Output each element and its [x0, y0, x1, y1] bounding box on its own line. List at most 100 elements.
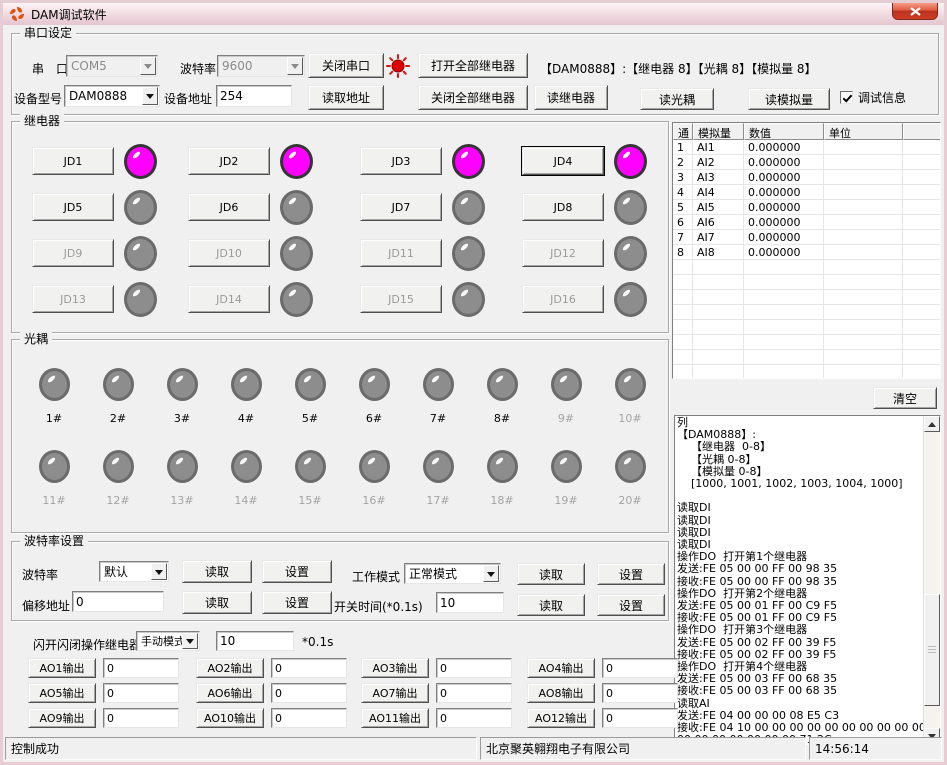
baudrate-read-button[interactable]: 读取 [182, 560, 252, 583]
relay-button[interactable]: JD4 [522, 147, 604, 175]
col-analog[interactable]: 模拟量 [693, 123, 744, 140]
relay-cell: JD15 [360, 282, 522, 317]
ao-output-button[interactable]: AO9输出 [28, 708, 96, 728]
status-bar: 控制成功 北京聚英翱翔电子有限公司 14:56:14 [5, 737, 942, 760]
relay-led [452, 144, 485, 179]
ao-output-input[interactable] [436, 708, 512, 728]
port-select[interactable]: COM5 [66, 55, 158, 77]
table-row [673, 290, 940, 305]
device-address-input[interactable] [216, 85, 292, 107]
baud-select[interactable]: 9600 [217, 55, 305, 77]
relay-button[interactable]: JD16 [522, 285, 604, 313]
read-address-button[interactable]: 读取地址 [308, 85, 384, 110]
offset-read-button[interactable]: 读取 [182, 591, 252, 614]
ao-output-button[interactable]: AO4输出 [527, 658, 595, 678]
ao-output-input[interactable] [103, 683, 179, 703]
switch-time-read-button[interactable]: 读取 [517, 594, 585, 616]
relay-button[interactable]: JD9 [32, 239, 114, 267]
chevron-down-icon[interactable] [182, 633, 198, 649]
ao-output-input[interactable] [103, 708, 179, 728]
model-select[interactable]: DAM0888 [64, 85, 160, 107]
relay-button[interactable]: JD11 [360, 239, 442, 267]
ao-output-input[interactable] [602, 658, 678, 678]
relay-button[interactable]: JD2 [188, 147, 270, 175]
clear-log-button[interactable]: 清空 [873, 387, 937, 409]
ao-output-input[interactable] [602, 708, 678, 728]
chevron-down-icon[interactable] [140, 57, 156, 75]
offset-set-button[interactable]: 设置 [262, 591, 332, 614]
baudrate-set-button[interactable]: 设置 [262, 560, 332, 583]
col-channel[interactable]: 通 [673, 123, 693, 140]
relay-button[interactable]: JD3 [360, 147, 442, 175]
title-bar[interactable]: DAM调试软件 [3, 3, 944, 25]
relay-cell: JD16 [522, 282, 662, 317]
opto-label: 17# [426, 494, 449, 507]
workmode-set-button[interactable]: 设置 [597, 563, 665, 585]
switch-time-set-button[interactable]: 设置 [597, 594, 665, 616]
log-scrollbar[interactable] [923, 416, 940, 744]
baud-label: 波特率 [180, 60, 216, 77]
opto-cell: 8# [470, 360, 534, 442]
ao-output-button[interactable]: AO7输出 [361, 683, 429, 703]
relay-led [280, 190, 313, 225]
relay-button[interactable]: JD13 [32, 285, 114, 313]
relay-button[interactable]: JD6 [188, 193, 270, 221]
relay-button[interactable]: JD8 [522, 193, 604, 221]
open-all-relays-button[interactable]: 打开全部继电器 [418, 53, 528, 78]
workmode-select[interactable]: 正常模式 [404, 563, 501, 584]
col-value[interactable]: 数值 [744, 123, 824, 140]
read-opto-button[interactable]: 读光耦 [640, 88, 714, 110]
ao-output-button[interactable]: AO8输出 [527, 683, 595, 703]
switch-time-input[interactable] [436, 592, 504, 613]
close-icon[interactable] [892, 2, 938, 20]
ao-cell: AO3输出 [361, 658, 527, 683]
read-relays-button[interactable]: 读继电器 [534, 85, 608, 110]
ao-output-button[interactable]: AO1输出 [28, 658, 96, 678]
opto-cell: 16# [342, 442, 406, 524]
ao-output-button[interactable]: AO2输出 [196, 658, 264, 678]
debug-log-box[interactable]: 列 【DAM0888】: 【继电器 0-8】 【光耦 0-8】 【模拟量 0-8… [674, 415, 941, 745]
relay-cell: JD7 [360, 190, 522, 225]
ao-output-button[interactable]: AO11输出 [361, 708, 429, 728]
relay-button[interactable]: JD1 [32, 147, 114, 175]
ao-output-input[interactable] [271, 708, 347, 728]
scrollbar-thumb[interactable] [924, 594, 940, 706]
opto-label: 16# [362, 494, 385, 507]
flash-mode-select[interactable]: 手动模式 [136, 631, 200, 651]
ao-output-input[interactable] [271, 658, 347, 678]
ao-output-input[interactable] [271, 683, 347, 703]
ao-output-button[interactable]: AO3输出 [361, 658, 429, 678]
chevron-down-icon[interactable] [483, 565, 499, 582]
relay-button[interactable]: JD10 [188, 239, 270, 267]
ao-output-button[interactable]: AO10输出 [196, 708, 264, 728]
ao-output-button[interactable]: AO5输出 [28, 683, 96, 703]
read-analog-button[interactable]: 读模拟量 [748, 88, 830, 110]
ao-output-button[interactable]: AO6输出 [196, 683, 264, 703]
col-blank[interactable] [903, 123, 940, 140]
opto-label: 5# [302, 412, 318, 425]
offset-address-input[interactable] [72, 591, 164, 612]
relay-button[interactable]: JD7 [360, 193, 442, 221]
ao-output-input[interactable] [103, 658, 179, 678]
col-unit[interactable]: 单位 [824, 123, 903, 140]
ao-output-input[interactable] [436, 658, 512, 678]
scroll-up-icon[interactable] [924, 416, 940, 432]
baudrate-select[interactable]: 默认 [99, 561, 169, 582]
ao-output-input[interactable] [602, 683, 678, 703]
chevron-down-icon[interactable] [142, 87, 158, 105]
close-port-button[interactable]: 关闭串口 [308, 53, 384, 78]
chevron-down-icon[interactable] [287, 57, 303, 75]
ao-cell: AO4输出 [527, 658, 678, 683]
relay-button[interactable]: JD12 [522, 239, 604, 267]
relay-button[interactable]: JD5 [32, 193, 114, 221]
ao-output-button[interactable]: AO12输出 [527, 708, 595, 728]
ao-output-input[interactable] [436, 683, 512, 703]
workmode-read-button[interactable]: 读取 [517, 563, 585, 585]
flash-time-input[interactable] [216, 631, 294, 651]
debug-info-checkbox[interactable]: 调试信息 [840, 89, 906, 106]
relay-button[interactable]: JD14 [188, 285, 270, 313]
chevron-down-icon[interactable] [151, 563, 167, 580]
relay-button[interactable]: JD15 [360, 285, 442, 313]
opto-led [551, 450, 582, 483]
close-all-relays-button[interactable]: 关闭全部继电器 [418, 85, 528, 110]
